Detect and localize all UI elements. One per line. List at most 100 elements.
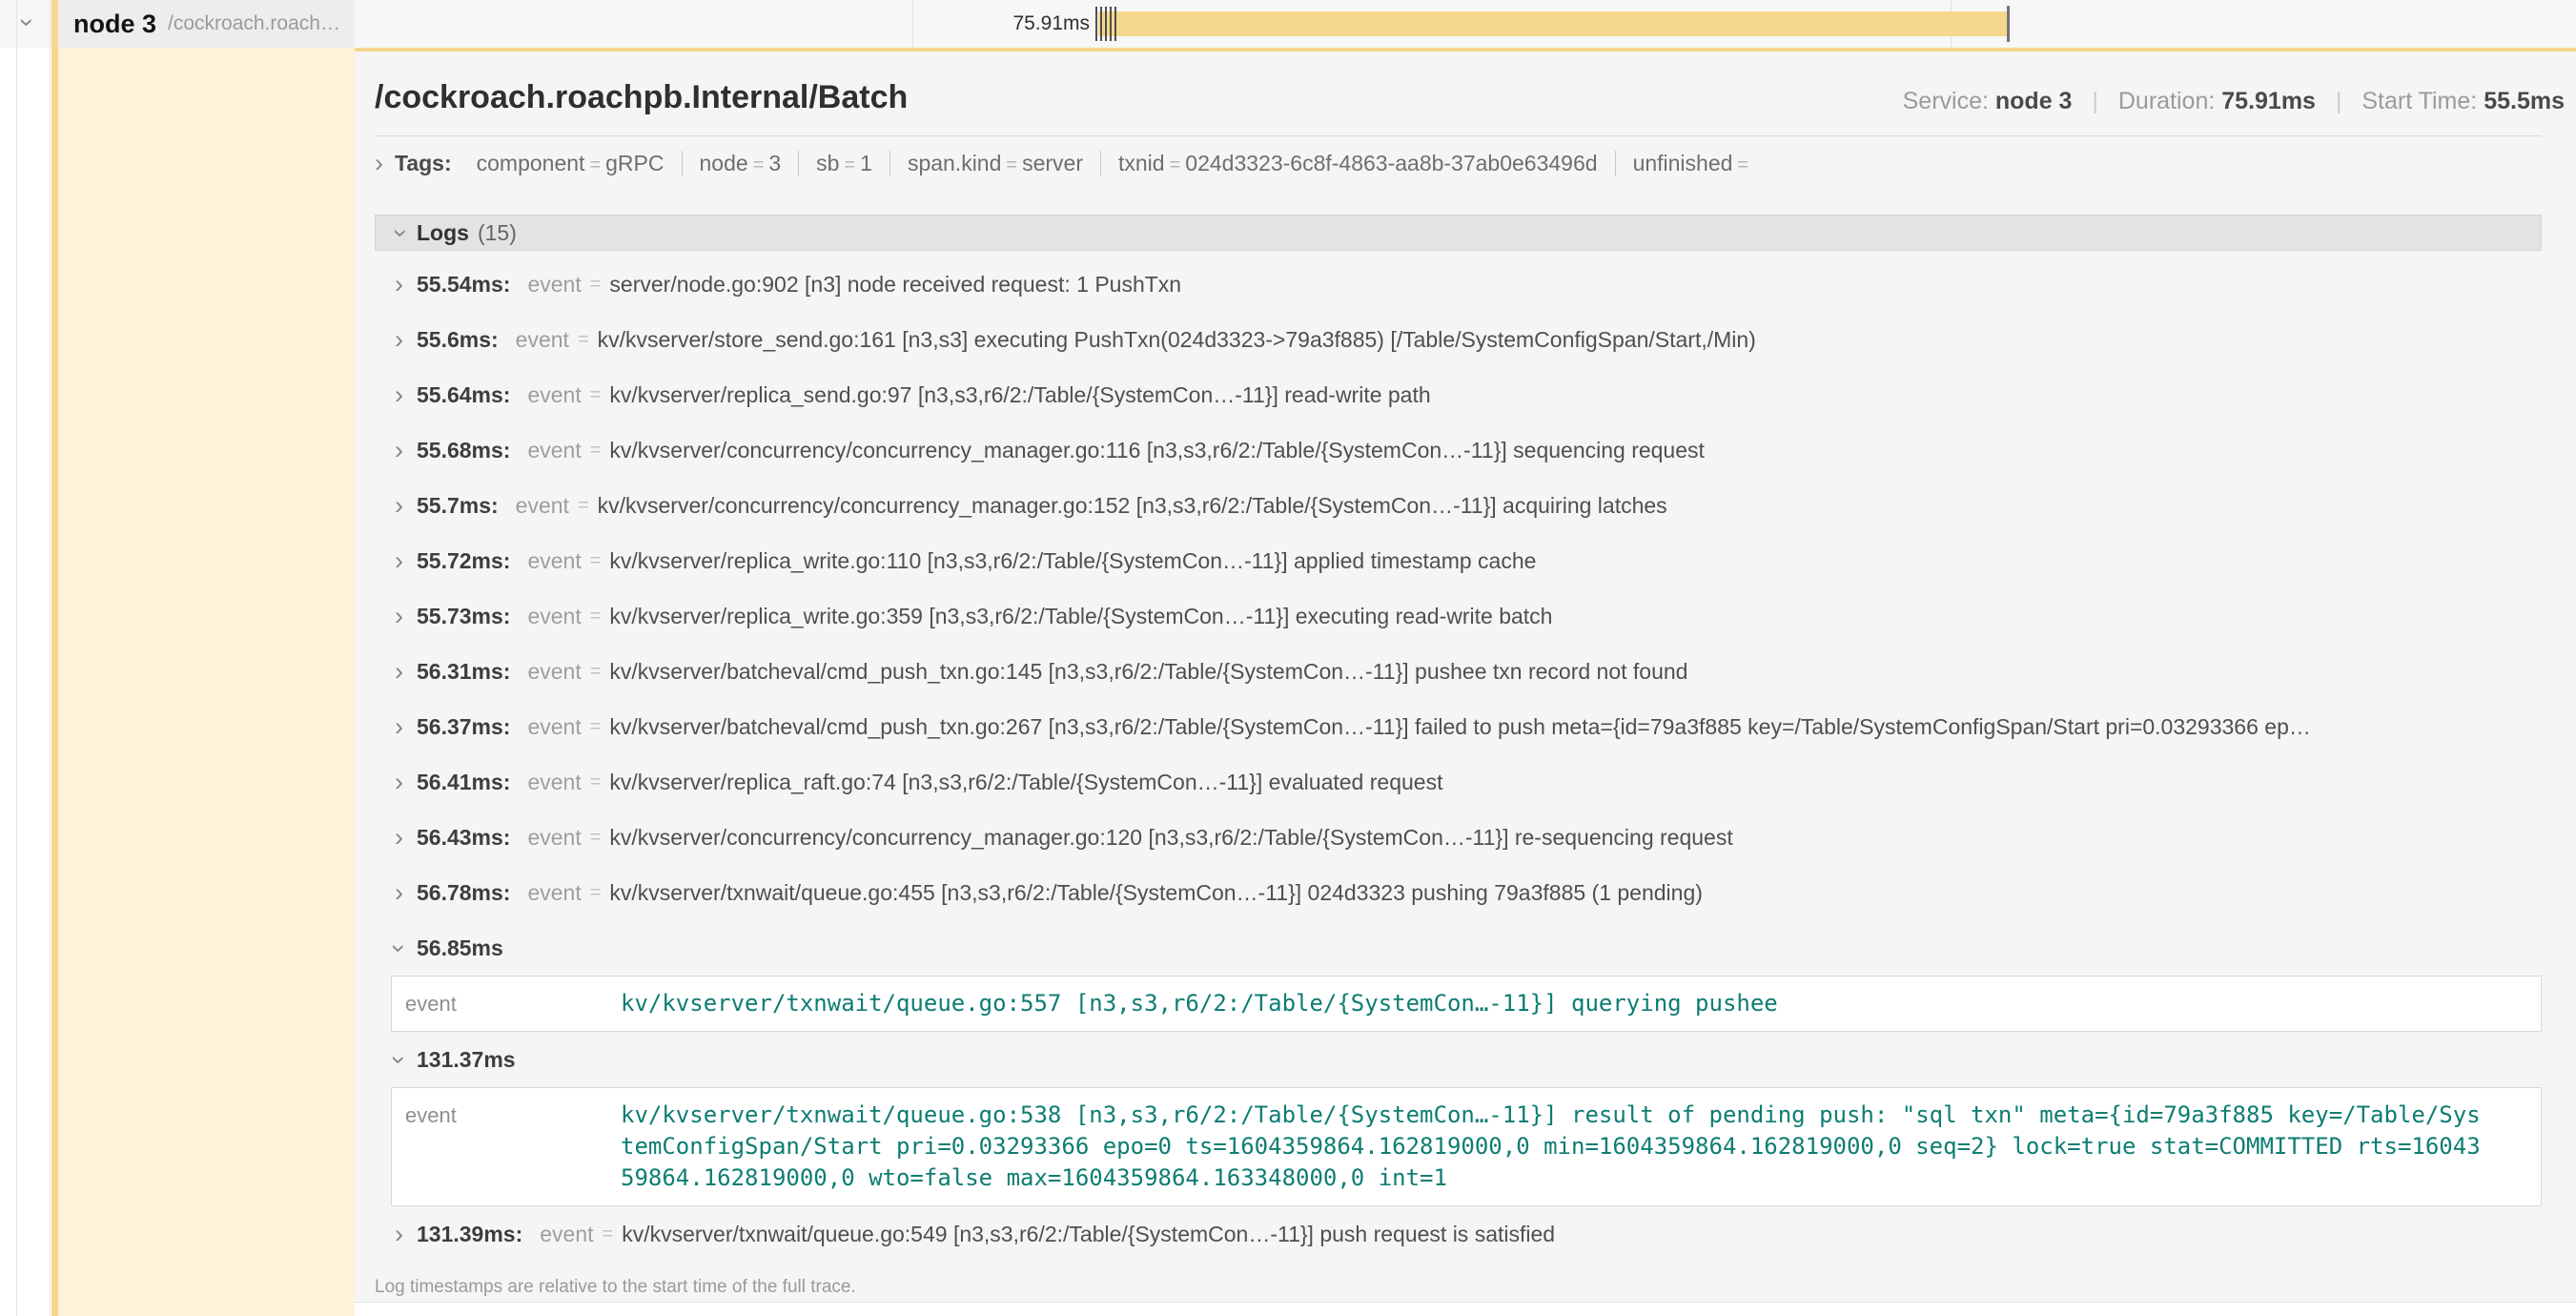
span-row[interactable]: node 3 /cockroach.roach… 75.91ms [0,0,2576,48]
log-timestamp: 56.85ms [417,936,503,961]
tag-equals: = [584,154,605,175]
chevron-right-icon [395,659,403,685]
log-row[interactable]: 55.73ms: event = kv/kvserver/replica_wri… [375,588,2542,644]
log-field-key: event [527,659,581,685]
tag-key: component [477,151,585,175]
span-detail-meta: Service: node 3 | Duration: 75.91ms | St… [1903,88,2565,115]
log-timestamp: 55.64ms: [417,382,510,408]
log-equals: = [590,274,602,296]
chevron-right-icon [395,604,403,629]
log-field-key: event [527,438,581,463]
log-message: kv/kvserver/store_send.go:161 [n3,s3] ex… [598,327,1756,353]
tag-equals: = [839,154,860,175]
span-name-cell[interactable]: node 3 /cockroach.roach… [58,0,355,48]
tag-item: span.kind=server [889,151,1100,176]
log-row[interactable]: 56.41ms: event = kv/kvserver/replica_raf… [375,754,2542,810]
logs-title: Logs [417,220,469,246]
chevron-right-icon [395,880,403,906]
log-row[interactable]: 56.78ms: event = kv/kvserver/txnwait/que… [375,865,2542,920]
tag-value: 1 [860,151,872,175]
ruler-gridline [912,0,913,48]
chevron-right-icon [395,327,403,353]
log-row[interactable]: 56.31ms: event = kv/kvserver/batcheval/c… [375,644,2542,699]
logs-count: (15) [478,220,517,246]
chevron-down-icon[interactable] [14,18,40,27]
log-message: kv/kvserver/concurrency/concurrency_mana… [598,493,1667,519]
tag-item: unfinished= [1615,151,1771,176]
tag-item: sb=1 [798,151,889,176]
log-equals: = [590,550,602,572]
log-row[interactable]: 55.68ms: event = kv/kvserver/concurrency… [375,422,2542,478]
log-row[interactable]: 131.39ms: event = kv/kvserver/txnwait/qu… [375,1206,2542,1262]
log-field-name: event [392,1100,621,1131]
log-fields-table: event kv/kvserver/txnwait/queue.go:538 [… [391,1087,2542,1206]
chevron-right-icon [395,1222,403,1247]
log-row[interactable]: 56.43ms: event = kv/kvserver/concurrency… [375,810,2542,865]
log-row-expanded-header[interactable]: 56.85ms [375,920,2542,976]
log-timestamp: 56.37ms: [417,714,510,740]
log-timestamp: 55.72ms: [417,548,510,574]
log-field-key: event [527,604,581,629]
span-operation-name: /cockroach.roach… [168,12,340,35]
tree-guide-line [50,0,51,1316]
log-field-key: event [527,272,581,298]
log-timestamp: 56.43ms: [417,825,510,851]
log-fields-table: event kv/kvserver/txnwait/queue.go:557 [… [391,976,2542,1032]
log-row[interactable]: 56.37ms: event = kv/kvserver/batcheval/c… [375,699,2542,754]
log-row[interactable]: 55.6ms: event = kv/kvserver/store_send.g… [375,312,2542,367]
tag-equals: = [1165,154,1186,175]
log-timestamp: 55.6ms: [417,327,499,353]
log-equals: = [590,827,602,849]
chevron-right-icon [395,438,403,463]
service-label: Service: [1903,88,1989,114]
tag-key: span.kind [908,151,1001,175]
span-detail-header: /cockroach.roachpb.Internal/Batch Servic… [375,51,2542,136]
duration-label: Duration: [2118,88,2215,114]
chevron-down-icon [386,1056,412,1064]
log-equals: = [578,329,589,351]
span-service-name: node 3 [73,10,156,39]
span-duration-bar[interactable] [1098,11,2009,36]
log-timestamp: 55.73ms: [417,604,510,629]
log-message: kv/kvserver/replica_send.go:97 [n3,s3,r6… [609,382,1430,408]
tags-accordion[interactable]: Tags: component=gRPC node=3 sb=1 span.ki… [375,136,2542,190]
tag-key: txnid [1118,151,1165,175]
log-field-name: event [392,988,621,1019]
log-entry-expanded: 56.85ms event kv/kvserver/txnwait/queue.… [375,920,2542,1032]
log-row[interactable]: 55.72ms: event = kv/kvserver/replica_wri… [375,533,2542,588]
log-message: kv/kvserver/concurrency/concurrency_mana… [609,438,1704,463]
tag-key: sb [816,151,839,175]
log-message: kv/kvserver/txnwait/queue.go:455 [n3,s3,… [609,880,1703,906]
service-color-bar [51,0,58,1316]
log-equals: = [590,716,602,738]
tags-label: Tags: [395,151,452,176]
log-timestamp: 55.68ms: [417,438,510,463]
log-row-expanded-header[interactable]: 131.37ms [375,1032,2542,1087]
chevron-right-icon [395,493,403,519]
chevron-right-icon [395,770,403,795]
logs-list: 55.54ms: event = server/node.go:902 [n3]… [375,257,2542,1262]
log-equals: = [590,606,602,627]
log-row[interactable]: 55.7ms: event = kv/kvserver/concurrency/… [375,478,2542,533]
log-equals: = [590,882,602,904]
log-tick-marks [1095,7,1119,41]
log-field-key: event [516,493,569,519]
tag-value: 3 [768,151,781,175]
log-timestamp: 131.39ms: [417,1222,522,1247]
chevron-right-icon [395,714,403,740]
log-row[interactable]: 55.64ms: event = kv/kvserver/replica_sen… [375,367,2542,422]
tag-item: component=gRPC [460,151,682,176]
log-row[interactable]: 55.54ms: event = server/node.go:902 [n3]… [375,257,2542,312]
span-detail-panel: /cockroach.roachpb.Internal/Batch Servic… [355,48,2576,1303]
meta-separator: | [2336,88,2342,114]
log-field-key: event [527,825,581,851]
log-timestamp: 56.31ms: [417,659,510,685]
log-timestamp: 56.41ms: [417,770,510,795]
log-equals: = [590,440,602,462]
tree-guide-line [16,0,17,1316]
tag-value: server [1022,151,1083,175]
log-message: kv/kvserver/replica_raft.go:74 [n3,s3,r6… [609,770,1442,795]
tag-value: 024d3323-6c8f-4863-aa8b-37ab0e63496d [1185,151,1597,175]
logs-accordion-header[interactable]: Logs (15) [375,215,2542,251]
chevron-right-icon [375,151,383,176]
